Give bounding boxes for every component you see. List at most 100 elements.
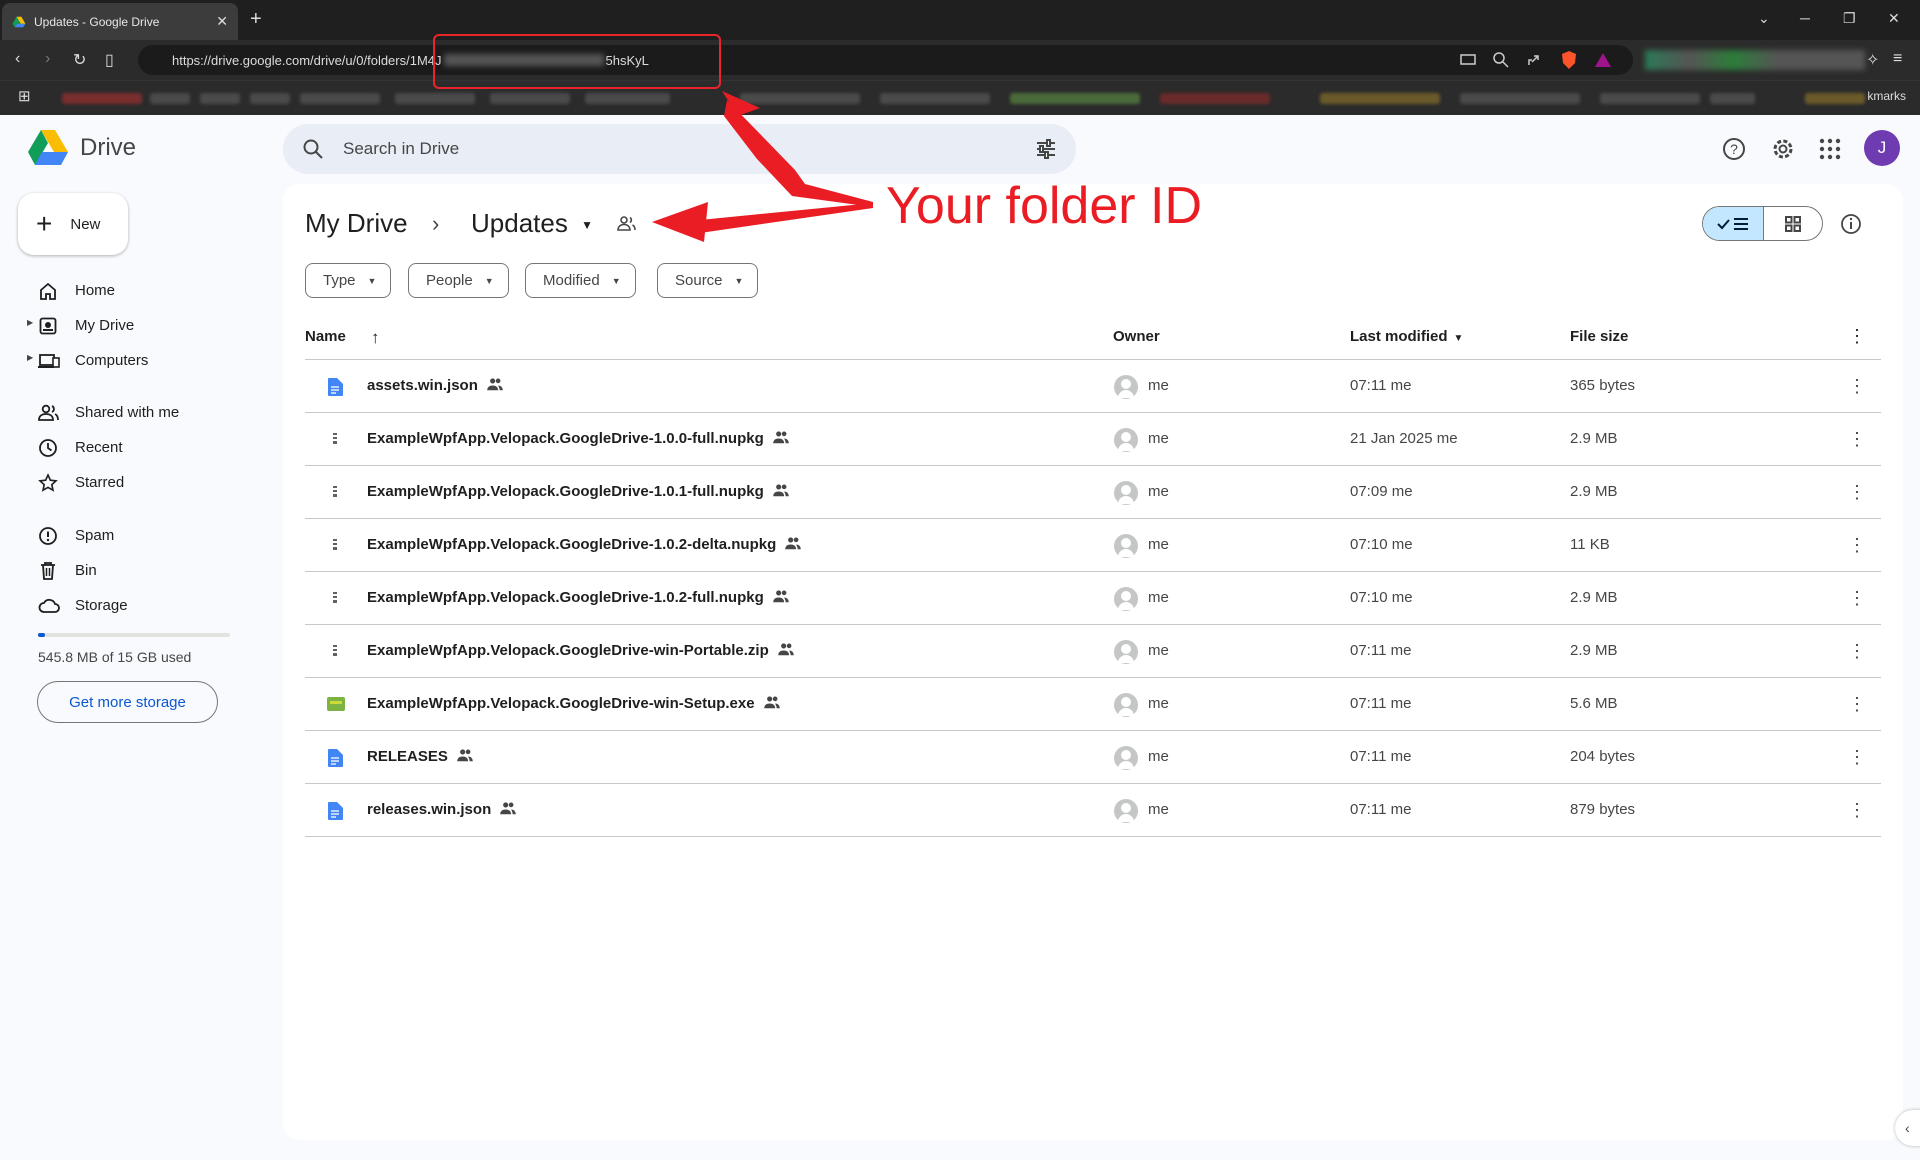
sidebar-label: Spam [75, 527, 115, 544]
sidebar-item-my-drive[interactable]: ▶ My Drive [0, 309, 260, 341]
bookmark-icon[interactable]: ▯ [105, 50, 114, 70]
breadcrumb-root[interactable]: My Drive [305, 208, 408, 239]
drive-favicon-icon [12, 16, 26, 27]
table-row[interactable]: ExampleWpfApp.Velopack.GoogleDrive-win-P… [305, 625, 1881, 678]
file-name[interactable]: releases.win.json [367, 801, 517, 819]
expand-icon[interactable]: ▶ [27, 353, 33, 362]
google-apps-icon[interactable] [1817, 136, 1843, 162]
new-label: New [70, 215, 101, 233]
sidebar-item-recent[interactable]: Recent [0, 431, 260, 463]
shared-folder-icon[interactable] [616, 214, 638, 234]
apps-icon[interactable]: ⊞ [18, 87, 31, 105]
zoom-icon[interactable] [1492, 51, 1510, 69]
breadcrumb-current[interactable]: Updates ▼ [471, 208, 593, 239]
view-toggle[interactable] [1702, 206, 1823, 241]
table-row[interactable]: ExampleWpfApp.Velopack.GoogleDrive-1.0.1… [305, 466, 1881, 519]
arrow-to-folder-icon [700, 203, 873, 233]
extensions-icon[interactable]: ✧ [1866, 50, 1879, 70]
info-icon[interactable] [1839, 212, 1863, 236]
executable-icon [327, 696, 345, 716]
owner-avatar-icon [1114, 640, 1138, 664]
brave-shield-icon[interactable] [1560, 50, 1578, 70]
sidebar-item-spam[interactable]: Spam [0, 519, 260, 551]
brave-rewards-icon[interactable] [1594, 51, 1612, 69]
document-icon [327, 378, 343, 400]
table-row[interactable]: ExampleWpfApp.Velopack.GoogleDrive-win-S… [305, 678, 1881, 731]
file-name[interactable]: RELEASES [367, 748, 474, 766]
last-modified: 07:10 me [1350, 589, 1413, 606]
sidebar-item-computers[interactable]: ▶ Computers [0, 344, 260, 376]
filter-people-chip[interactable]: People ▼ [408, 263, 509, 298]
bookmarks-label[interactable]: kmarks [1867, 89, 1906, 103]
table-row[interactable]: assets.win.json me 07:11 me 365 bytes ⋮ [305, 360, 1881, 413]
sidebar-item-storage[interactable]: Storage [0, 589, 260, 621]
filter-type-chip[interactable]: Type ▼ [305, 263, 392, 298]
more-actions-icon[interactable]: ⋮ [1848, 695, 1866, 713]
more-actions-icon[interactable]: ⋮ [1848, 377, 1866, 395]
file-name[interactable]: assets.win.json [367, 377, 504, 395]
settings-icon[interactable] [1770, 136, 1796, 162]
sidebar-item-shared-with-me[interactable]: Shared with me [0, 396, 260, 428]
table-row[interactable]: ExampleWpfApp.Velopack.GoogleDrive-1.0.2… [305, 519, 1881, 572]
new-tab-icon[interactable]: + [250, 8, 262, 31]
more-actions-icon[interactable]: ⋮ [1848, 642, 1866, 660]
tab-list-icon[interactable]: ⌄ [1758, 10, 1770, 27]
filter-source-chip[interactable]: Source ▼ [657, 263, 759, 298]
column-header-name[interactable]: Name [305, 328, 346, 345]
search-options-icon[interactable] [1034, 137, 1058, 161]
get-more-storage-button[interactable]: Get more storage [37, 681, 218, 723]
list-view-button[interactable] [1703, 207, 1764, 240]
file-name[interactable]: ExampleWpfApp.Velopack.GoogleDrive-win-P… [367, 642, 795, 660]
help-icon[interactable]: ? [1721, 136, 1747, 162]
close-window-icon[interactable]: ✕ [1888, 10, 1900, 27]
owner-avatar-icon [1114, 693, 1138, 717]
more-actions-icon[interactable]: ⋮ [1848, 801, 1866, 819]
column-options-icon[interactable]: ⋮ [1848, 326, 1866, 347]
close-tab-icon[interactable]: ✕ [216, 13, 228, 30]
shared-icon [499, 801, 517, 819]
browser-tab[interactable]: Updates - Google Drive ✕ [2, 3, 238, 40]
sidebar-item-home[interactable]: Home [0, 274, 260, 306]
more-actions-icon[interactable]: ⋮ [1848, 589, 1866, 607]
minimize-icon[interactable]: ─ [1800, 10, 1810, 26]
address-bar[interactable]: https://drive.google.com/drive/u/0/folde… [138, 45, 1633, 75]
share-icon[interactable] [1526, 52, 1542, 68]
more-actions-icon[interactable]: ⋮ [1848, 536, 1866, 554]
expand-icon[interactable]: ▶ [27, 318, 33, 327]
file-name[interactable]: ExampleWpfApp.Velopack.GoogleDrive-1.0.2… [367, 536, 802, 554]
filter-modified-chip[interactable]: Modified ▼ [525, 263, 636, 298]
file-name[interactable]: ExampleWpfApp.Velopack.GoogleDrive-1.0.1… [367, 483, 790, 501]
back-icon[interactable]: ‹ [15, 50, 20, 68]
sort-ascending-icon[interactable]: ↑ [371, 328, 380, 348]
more-actions-icon[interactable]: ⋮ [1848, 748, 1866, 766]
file-name[interactable]: ExampleWpfApp.Velopack.GoogleDrive-1.0.0… [367, 430, 790, 448]
table-row[interactable]: ExampleWpfApp.Velopack.GoogleDrive-1.0.2… [305, 572, 1881, 625]
grid-view-button[interactable] [1764, 207, 1822, 240]
new-button[interactable]: + New [18, 193, 128, 255]
table-row[interactable]: releases.win.json me 07:11 me 879 bytes ⋮ [305, 784, 1881, 837]
table-row[interactable]: RELEASES me 07:11 me 204 bytes ⋮ [305, 731, 1881, 784]
file-name[interactable]: ExampleWpfApp.Velopack.GoogleDrive-win-S… [367, 695, 781, 713]
owner-name: me [1148, 483, 1169, 500]
reload-icon[interactable]: ↻ [73, 50, 86, 70]
more-actions-icon[interactable]: ⋮ [1848, 483, 1866, 501]
chip-label: Type [323, 272, 356, 289]
menu-icon[interactable]: ≡ [1893, 50, 1902, 68]
collapse-panel-icon[interactable]: ‹ [1895, 1110, 1920, 1146]
drive-logo[interactable]: Drive [28, 130, 136, 166]
sidebar-item-starred[interactable]: Starred [0, 466, 260, 498]
last-modified: 07:11 me [1350, 642, 1412, 659]
sidebar-item-bin[interactable]: Bin [0, 554, 260, 586]
file-size: 2.9 MB [1570, 642, 1618, 659]
column-header-file-size[interactable]: File size [1570, 328, 1628, 345]
column-header-owner[interactable]: Owner [1113, 328, 1160, 345]
avatar[interactable]: J [1864, 130, 1900, 166]
file-name[interactable]: ExampleWpfApp.Velopack.GoogleDrive-1.0.2… [367, 589, 790, 607]
table-row[interactable]: ExampleWpfApp.Velopack.GoogleDrive-1.0.0… [305, 413, 1881, 466]
forward-icon[interactable]: › [45, 50, 50, 68]
column-header-last-modified[interactable]: Last modified ▼ [1350, 328, 1463, 345]
more-actions-icon[interactable]: ⋮ [1848, 430, 1866, 448]
cast-icon[interactable] [1460, 52, 1476, 68]
folder-title: Updates [471, 208, 568, 238]
restore-icon[interactable]: ❐ [1843, 10, 1856, 27]
